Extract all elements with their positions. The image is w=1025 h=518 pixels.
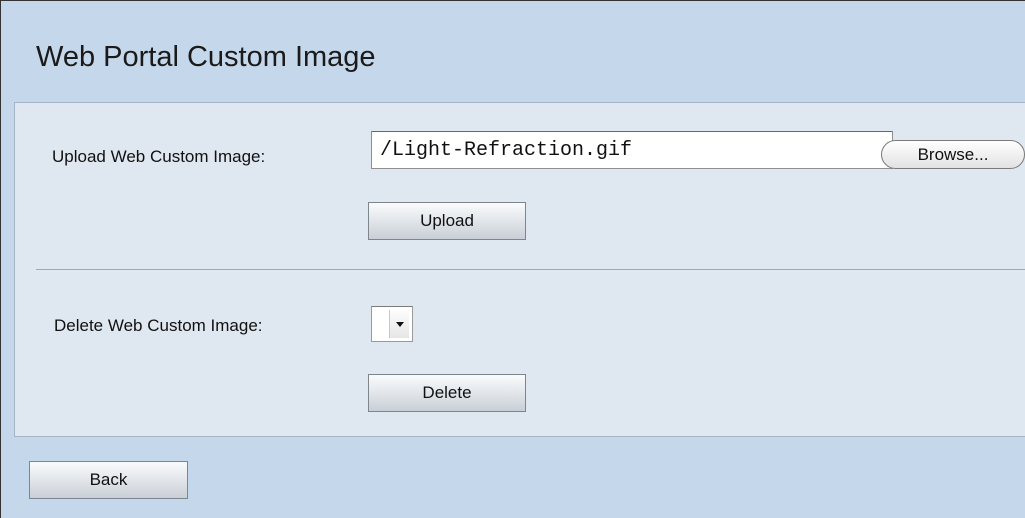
- page-title: Web Portal Custom Image: [36, 41, 376, 73]
- page-frame: Web Portal Custom Image Upload Web Custo…: [0, 0, 1025, 518]
- browse-button[interactable]: Browse...: [881, 140, 1025, 169]
- delete-button[interactable]: Delete: [368, 374, 526, 412]
- upload-button[interactable]: Upload: [368, 202, 526, 240]
- custom-image-panel: Upload Web Custom Image: /Light-Refracti…: [14, 102, 1025, 437]
- file-path-input[interactable]: /Light-Refraction.gif: [371, 131, 893, 169]
- chevron-down-icon[interactable]: [389, 310, 409, 338]
- delete-image-select[interactable]: [371, 306, 413, 342]
- upload-image-label: Upload Web Custom Image:: [52, 147, 266, 166]
- back-button[interactable]: Back: [29, 461, 188, 499]
- delete-image-label: Delete Web Custom Image:: [54, 316, 263, 335]
- section-divider: [36, 269, 1025, 270]
